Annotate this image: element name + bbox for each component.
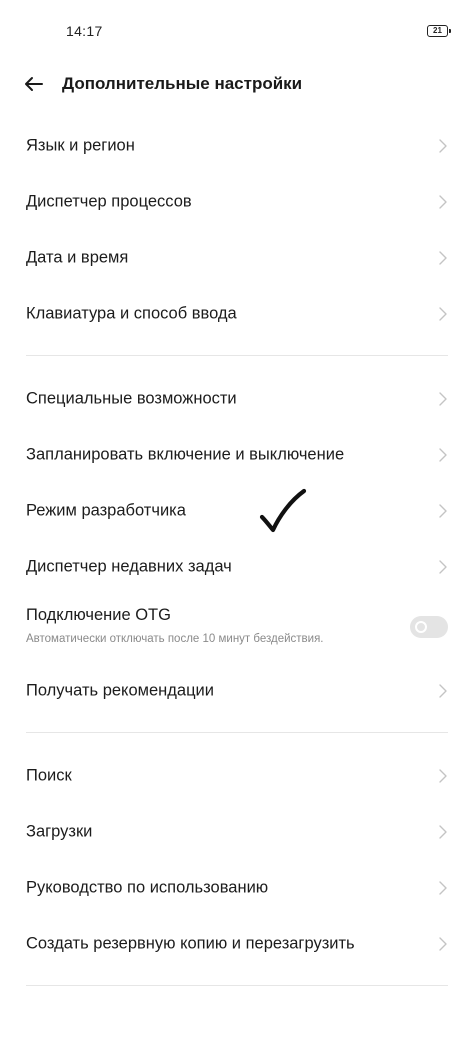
settings-item-search[interactable]: Поиск	[0, 750, 474, 802]
settings-item-developer-mode[interactable]: Режим разработчика	[0, 485, 474, 537]
settings-item-user-guide[interactable]: Руководство по использованию	[0, 862, 474, 914]
settings-item-label: Специальные возможности	[26, 389, 237, 408]
settings-item-label: Дата и время	[26, 248, 129, 267]
battery-icon: 21	[427, 25, 451, 37]
otg-subtitle: Автоматически отключать после 10 минут б…	[26, 633, 324, 645]
settings-item-language-region[interactable]: Язык и регион	[0, 120, 474, 172]
settings-item-label: Загрузки	[26, 822, 93, 841]
settings-item-process-manager[interactable]: Диспетчер процессов	[0, 176, 474, 228]
settings-item-downloads[interactable]: Загрузки	[0, 806, 474, 858]
settings-item-label: Режим разработчика	[26, 501, 186, 520]
chevron-right-icon	[439, 504, 447, 518]
section-divider	[26, 355, 448, 356]
status-bar: 14:17 21	[0, 0, 474, 60]
settings-item-accessibility[interactable]: Специальные возможности	[0, 373, 474, 425]
chevron-right-icon	[439, 560, 447, 574]
settings-item-scheduled-power[interactable]: Запланировать включение и выключение	[0, 429, 474, 481]
settings-item-label: Запланировать включение и выключение	[26, 445, 345, 464]
chevron-right-icon	[439, 448, 447, 462]
settings-item-label: Язык и регион	[26, 136, 135, 155]
settings-screen: 14:17 21 Дополнительные настройки Язык и…	[0, 0, 474, 1053]
settings-item-label: Диспетчер недавних задач	[26, 557, 232, 576]
otg-title: Подключение OTG	[26, 606, 171, 624]
chevron-right-icon	[439, 307, 447, 321]
chevron-right-icon	[439, 684, 447, 698]
settings-item-otg: Подключение OTG Автоматически отключать …	[0, 598, 474, 660]
handwritten-checkmark-icon	[259, 488, 307, 533]
settings-item-recent-tasks[interactable]: Диспетчер недавних задач	[0, 541, 474, 593]
header: Дополнительные настройки	[0, 62, 474, 108]
status-time: 14:17	[66, 23, 103, 39]
settings-item-label: Поиск	[26, 766, 72, 785]
chevron-right-icon	[439, 195, 447, 209]
chevron-right-icon	[439, 881, 447, 895]
page-title: Дополнительные настройки	[62, 74, 303, 93]
settings-item-label: Создать резервную копию и перезагрузить	[26, 934, 355, 953]
otg-toggle[interactable]	[410, 616, 448, 638]
toggle-knob	[415, 621, 427, 633]
section-divider	[26, 732, 448, 733]
settings-item-recommendations[interactable]: Получать рекомендации	[0, 665, 474, 717]
settings-item-backup-reset[interactable]: Создать резервную копию и перезагрузить	[0, 918, 474, 970]
section-divider	[26, 985, 448, 986]
settings-item-label: Диспетчер процессов	[26, 192, 192, 211]
chevron-right-icon	[439, 392, 447, 406]
arrow-left-icon[interactable]	[22, 72, 46, 96]
settings-item-label: Клавиатура и способ ввода	[26, 304, 237, 323]
chevron-right-icon	[439, 825, 447, 839]
settings-item-keyboard-input[interactable]: Клавиатура и способ ввода	[0, 288, 474, 340]
settings-item-date-time[interactable]: Дата и время	[0, 232, 474, 284]
settings-item-label: Руководство по использованию	[26, 878, 269, 897]
chevron-right-icon	[439, 251, 447, 265]
chevron-right-icon	[439, 769, 447, 783]
settings-item-label: Получать рекомендации	[26, 681, 214, 700]
chevron-right-icon	[439, 139, 447, 153]
chevron-right-icon	[439, 937, 447, 951]
